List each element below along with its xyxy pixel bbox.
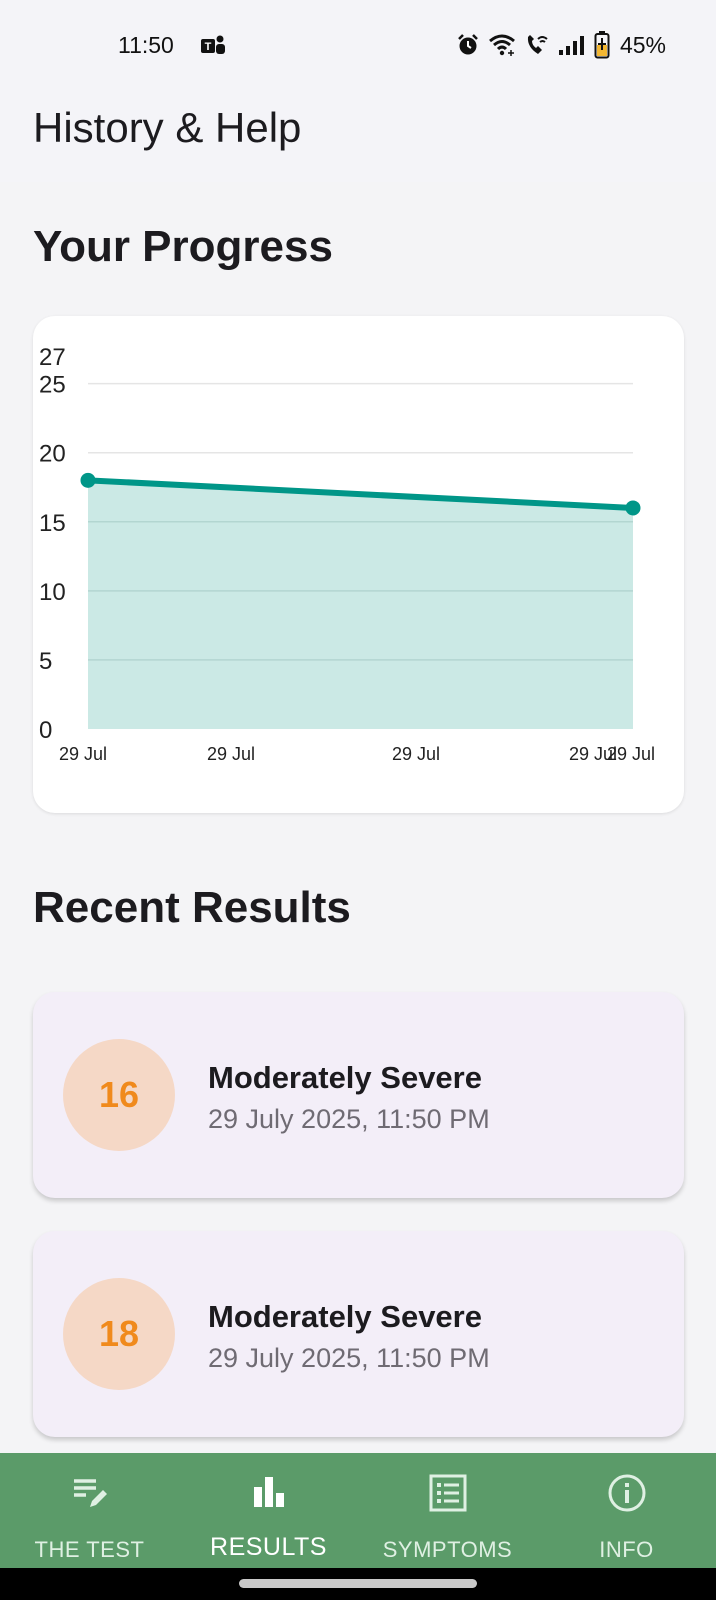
progress-title: Your Progress	[33, 222, 333, 271]
checklist-icon	[429, 1474, 466, 1512]
x-tick-label: 29 Jul	[59, 744, 107, 764]
bar-chart-icon	[253, 1477, 284, 1507]
wifi-icon	[488, 34, 515, 56]
progress-chart: 05101520252729 Jul 29 Jul 29 Jul 29 Jul29 J…	[39, 344, 655, 764]
edit-list-icon	[73, 1479, 107, 1507]
recent-results-title: Recent Results	[33, 883, 351, 932]
alarm-icon	[458, 34, 478, 55]
bottom-navigation: THE TEST RESULTS SYMPTOMS INFO	[0, 1453, 716, 1568]
nav-label: RESULTS	[210, 1533, 327, 1561]
page-title: History & Help	[33, 104, 302, 151]
x-tick-label: 29 Jul	[607, 744, 655, 764]
gesture-bar	[0, 1568, 716, 1600]
result-severity: Moderately Severe	[208, 1060, 482, 1095]
y-tick-label: 15	[39, 510, 66, 537]
result-date: 29 July 2025, 11:50 PM	[208, 1104, 490, 1134]
data-point	[80, 472, 96, 488]
nav-label: SYMPTOMS	[382, 1537, 513, 1562]
nav-item-info[interactable]: INFO	[537, 1453, 716, 1568]
status-bar: 11:50 T 45%	[0, 0, 716, 84]
y-tick-label: 0	[39, 717, 52, 744]
status-time: 11:50	[118, 32, 174, 58]
y-tick-label: 5	[39, 648, 52, 675]
y-tick-label: 27	[39, 344, 66, 371]
x-tick-label: 29 Jul	[392, 744, 440, 764]
result-severity: Moderately Severe	[208, 1299, 482, 1334]
y-tick-label: 20	[39, 441, 66, 468]
teams-icon: T	[201, 35, 225, 54]
data-point	[625, 500, 641, 516]
score-badge: 16	[63, 1039, 175, 1151]
app-bar: History & Help	[0, 84, 716, 182]
y-tick-label: 10	[39, 579, 66, 606]
battery-charging-icon	[594, 31, 610, 59]
nav-item-symptoms[interactable]: SYMPTOMS	[358, 1453, 537, 1568]
result-card[interactable]: 16 Moderately Severe 29 July 2025, 11:50…	[33, 992, 684, 1198]
signal-icon	[558, 36, 584, 55]
score-badge: 18	[63, 1278, 175, 1390]
result-card[interactable]: 18 Moderately Severe 29 July 2025, 11:50…	[33, 1231, 684, 1437]
nav-label: INFO	[599, 1537, 654, 1562]
info-icon	[608, 1474, 645, 1512]
nav-item-the-test[interactable]: THE TEST	[0, 1453, 179, 1568]
area-fill	[88, 480, 633, 729]
nav-label: THE TEST	[34, 1537, 145, 1562]
home-indicator[interactable]	[239, 1579, 477, 1588]
svg-text:T: T	[205, 41, 212, 53]
wifi-call-icon	[527, 35, 548, 54]
y-tick-label: 25	[39, 372, 66, 399]
progress-chart-card: 0 5 10 15 20 25 27 29 Jul 29 Jul 29 Jul 29 Jul 29 J…	[33, 316, 684, 813]
result-date: 29 July 2025, 11:50 PM	[208, 1343, 490, 1373]
battery-percent: 45%	[619, 31, 666, 58]
x-tick-label: 29 Jul	[207, 744, 255, 764]
nav-item-results[interactable]: RESULTS	[179, 1453, 358, 1568]
